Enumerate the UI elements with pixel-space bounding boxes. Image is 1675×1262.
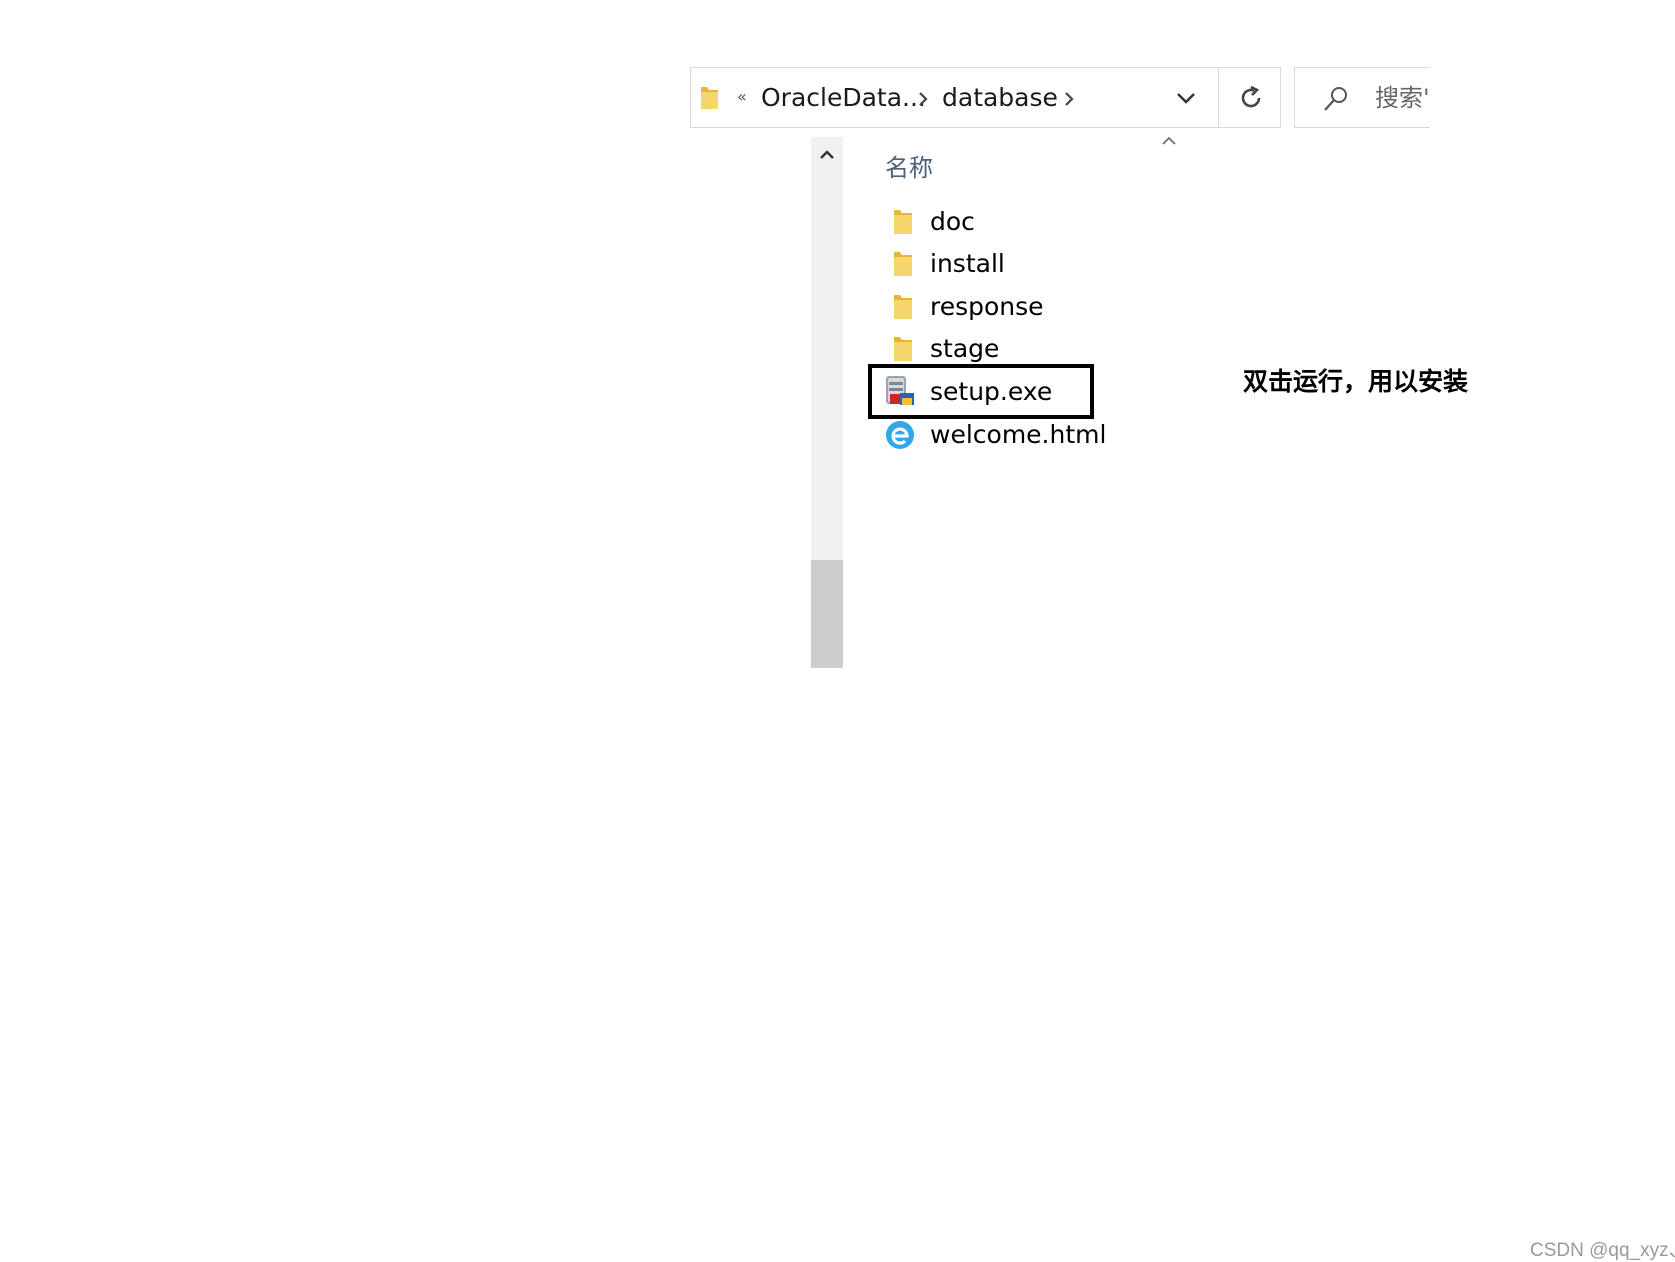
refresh-icon [1241, 85, 1261, 108]
watermark: CSDN @qq_xyz、 [1530, 1240, 1675, 1261]
folder-icon [701, 87, 718, 109]
file-name: stage [930, 334, 1000, 363]
file-name: doc [930, 207, 975, 236]
folder-icon [894, 252, 912, 276]
annotation-text: 双击运行，用以安装 [1243, 367, 1469, 396]
file-row-response[interactable]: response [886, 288, 1126, 326]
file-row-doc[interactable]: doc [886, 203, 1126, 241]
chevron-right-icon[interactable] [917, 90, 929, 108]
search-input[interactable]: 搜索' [1375, 68, 1430, 127]
file-row-stage[interactable]: stage [886, 330, 1126, 368]
scrollbar-thumb[interactable] [811, 560, 843, 668]
folder-icon [894, 295, 912, 319]
address-bar[interactable]: « OracleData... database [690, 67, 1218, 128]
highlight-box [868, 364, 1094, 419]
search-icon [1324, 87, 1347, 111]
folder-icon [894, 337, 912, 361]
scroll-up-arrow-icon[interactable] [811, 140, 843, 170]
folder-icon [894, 210, 912, 234]
file-row-welcome-html[interactable]: welcome.html [886, 416, 1126, 454]
refresh-button[interactable] [1218, 67, 1281, 128]
edge-html-icon [886, 421, 914, 449]
breadcrumb-overflow[interactable]: « [737, 66, 747, 127]
sort-ascending-icon [1162, 136, 1176, 145]
breadcrumb-item-database[interactable]: database [942, 67, 1058, 128]
chevron-down-icon[interactable] [1175, 88, 1197, 108]
search-box[interactable]: 搜索' [1294, 67, 1430, 128]
file-name: welcome.html [930, 420, 1107, 449]
chevron-right-icon[interactable] [1063, 90, 1075, 108]
column-header-name[interactable]: 名称 [885, 148, 933, 183]
file-name: install [930, 249, 1005, 278]
breadcrumb-item-oracledata[interactable]: OracleData... [761, 67, 926, 128]
file-name: response [930, 292, 1044, 321]
file-row-install[interactable]: install [886, 245, 1126, 283]
